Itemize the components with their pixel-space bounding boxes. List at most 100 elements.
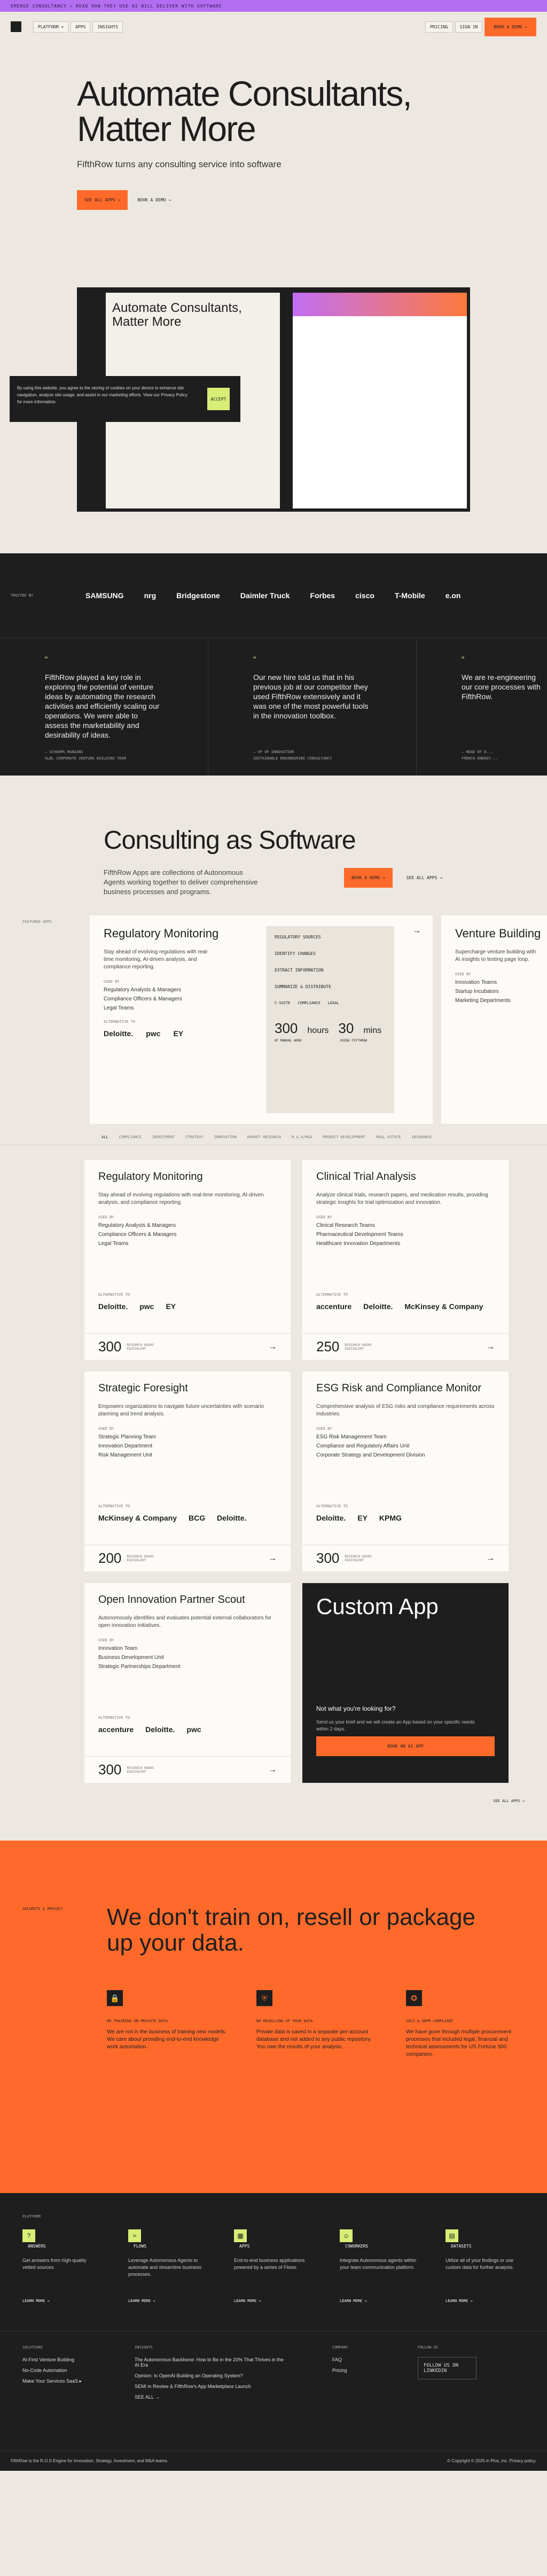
testimonial-role: FRENCH ENERGY... xyxy=(462,756,498,761)
learn-more-link[interactable]: LEARN MORE → xyxy=(446,2299,523,2303)
copyright[interactable]: © Copyright © 2025 in Plus, Inc. Privacy… xyxy=(447,2458,536,2463)
footer-link[interactable]: The Autonomous Backbone: How to Be in th… xyxy=(135,2357,284,2368)
tab-real-estate[interactable]: REAL ESTATE xyxy=(376,1135,401,1139)
platform-item[interactable]: ? ANSWERS Get answers from high-quality ve… xyxy=(22,2229,100,2303)
competitor-logo: pwc xyxy=(186,1725,201,1734)
announcement-banner[interactable]: EMERGE CONSULTANCY → READ HOW THEY USE A… xyxy=(0,0,547,12)
learn-more-link[interactable]: LEARN MORE → xyxy=(22,2299,100,2303)
nav-signin[interactable]: SIGN IN xyxy=(455,21,483,33)
app-card[interactable]: Clinical Trial Analysis Analyze clinical… xyxy=(302,1160,509,1360)
used-by-item: Risk Management Unit xyxy=(98,1452,153,1458)
platform-item-text: Utilize all of your findings or use cust… xyxy=(446,2258,514,2270)
app-card[interactable]: Regulatory Monitoring Stay ahead of evol… xyxy=(84,1160,291,1360)
hours-unit: hours xyxy=(307,1026,329,1035)
badge-icon: ✪ xyxy=(406,1990,422,2006)
platform-item[interactable]: ☺ COWORKERS Integrate Autonomous agents wi… xyxy=(340,2229,418,2303)
see-all-apps-link[interactable]: SEE ALL APPS → xyxy=(0,1783,547,1841)
platform-item-text: Get answers from high-quality vetted sou… xyxy=(22,2258,87,2270)
quote-icon: “ xyxy=(253,655,256,664)
platform-item[interactable]: ▦ APPS End-to-end business applications po… xyxy=(234,2229,312,2303)
tab-strategy[interactable]: STRATEGY xyxy=(185,1135,204,1139)
linkedin-button[interactable]: FOLLOW US ON LINKEDIN xyxy=(418,2357,476,2379)
client-logo: Forbes xyxy=(310,591,335,600)
used-by-item: Compliance Officers & Managers xyxy=(98,1232,177,1238)
nav-pricing[interactable]: PRICING xyxy=(425,21,453,33)
arrow-right-icon[interactable]: → xyxy=(268,1765,277,1775)
app-description: Autonomously identifies and evaluates po… xyxy=(98,1615,272,1628)
site-footer: SOLUTIONS AI-First Venture Building No-C… xyxy=(0,2331,547,2450)
footer-link[interactable]: Opinion: Is OpenAI Building an Operating… xyxy=(135,2373,332,2378)
fifthrow-logo[interactable] xyxy=(11,21,21,32)
alternative-label: ALTERNATIVE TO xyxy=(316,1504,348,1508)
see-all-apps-button[interactable]: SEE ALL APPS → xyxy=(77,190,128,210)
nav-insights[interactable]: INSIGHTS xyxy=(92,21,123,33)
custom-app-card[interactable]: Custom App Not what you're looking for? … xyxy=(302,1583,509,1783)
footer-tagline: FifthRow is the R.O.S Engine for Innovat… xyxy=(11,2458,169,2463)
tab-market-research[interactable]: MARKET RESEARCH xyxy=(247,1135,281,1139)
app-card[interactable]: Open Innovation Partner Scout Autonomous… xyxy=(84,1583,291,1783)
consulting-see-all-link[interactable]: SEE ALL APPS → xyxy=(407,875,442,880)
platform-item-name: APPS xyxy=(239,2244,250,2249)
used-by-item: ESG Risk Management Team xyxy=(316,1434,387,1440)
book-demo-button[interactable]: BOOK A DEMO → xyxy=(485,17,536,36)
banner-text: EMERGE CONSULTANCY → READ HOW THEY USE A… xyxy=(11,3,222,9)
app-card[interactable]: Strategic Foresight Empowers organizatio… xyxy=(84,1372,291,1571)
tab-investment[interactable]: INVESTMENT xyxy=(152,1135,175,1139)
cookie-accept-button[interactable]: ACCEPT xyxy=(207,388,230,410)
footer-link[interactable]: FAQ xyxy=(332,2357,418,2362)
tab-product-development[interactable]: PRODUCT DEVELOPMENT xyxy=(323,1135,365,1139)
arrow-right-icon[interactable]: → xyxy=(412,926,421,936)
featured-app-card[interactable]: Regulatory Monitoring Stay ahead of evol… xyxy=(90,915,433,1124)
hero-book-demo-link[interactable]: BOOK A DEMO → xyxy=(137,198,171,202)
hours-unit: RESEARCH HOURS EQUIVALENT xyxy=(345,1554,372,1562)
nav-platform[interactable]: PLATFORM ▾ xyxy=(33,21,69,33)
footer-link[interactable]: No-Code Automation xyxy=(22,2368,135,2373)
custom-app-text: Send us your brief and we will create an… xyxy=(316,1719,475,1732)
nav-apps[interactable]: APPS xyxy=(71,21,91,33)
custom-app-title: Custom App xyxy=(316,1594,439,1619)
footer-heading: COMPANY xyxy=(332,2345,348,2350)
client-logo: SAMSUNG xyxy=(85,591,124,600)
footer-link[interactable]: AI-First Venture Building xyxy=(22,2357,135,2362)
app-card[interactable]: ESG Risk and Compliance Monitor Comprehe… xyxy=(302,1372,509,1571)
tab-m-and-a[interactable]: M & A/M&A xyxy=(292,1135,312,1139)
cookie-text: By using this website, you agree to the … xyxy=(17,386,187,404)
hours-unit: RESEARCH HOURS EQUIVALENT xyxy=(127,1766,154,1774)
footer-link[interactable]: SEE ALL → xyxy=(135,2394,332,2400)
platform-item[interactable]: ≈ FLOWS Leverage Autonomous Agents to auto… xyxy=(128,2229,206,2303)
app-description: Supercharge venture building with AI ins… xyxy=(455,949,536,962)
featured-label: FEATURED APPS xyxy=(22,920,52,924)
footer-link[interactable]: SEMI in Review & FifthRow's App Marketpl… xyxy=(135,2384,332,2389)
testimonial-card: “ FifthRow played a key role in explorin… xyxy=(0,638,208,776)
arrow-right-icon[interactable]: → xyxy=(486,1342,495,1352)
learn-more-link[interactable]: LEARN MORE → xyxy=(128,2299,206,2303)
learn-more-link[interactable]: LEARN MORE → xyxy=(340,2299,418,2303)
competitor-logo: BCG xyxy=(189,1514,206,1522)
testimonial-author: — HEAD OF D... xyxy=(462,750,494,754)
book-ai-app-button[interactable]: BOOK AN AI APP xyxy=(316,1736,495,1756)
tab-insurance[interactable]: INSURANCE xyxy=(411,1135,432,1139)
tab-compliance[interactable]: COMPLIANCE xyxy=(119,1135,142,1139)
trusted-label: TRUSTED BY xyxy=(11,593,34,598)
platform-item[interactable]: ▤ DATASETS Utilize all of your findings or… xyxy=(446,2229,523,2303)
lock-icon: 🔒 xyxy=(107,1990,123,2006)
used-by-item: Compliance and Regulatory Affairs Unit xyxy=(316,1443,410,1449)
app-description: Stay ahead of evolving regulations with … xyxy=(98,1192,264,1205)
arrow-right-icon[interactable]: → xyxy=(486,1554,495,1563)
arrow-right-icon[interactable]: → xyxy=(268,1342,277,1352)
featured-apps: FEATURED APPS Regulatory Monitoring Stay… xyxy=(0,915,547,1129)
privacy-point: 🔒 NO TRAINING ON PRIVATE DATA We are not… xyxy=(107,1990,226,2058)
footer-link[interactable]: Pricing xyxy=(332,2368,418,2373)
consulting-demo-button[interactable]: BOOK A DEMO → xyxy=(344,868,393,888)
platform-item-text: End-to-end business applications powered… xyxy=(234,2258,305,2270)
platform-item-name: COWORKERS xyxy=(345,2244,369,2249)
role-chip: COMPLIANCE xyxy=(298,1001,321,1005)
arrow-right-icon[interactable]: → xyxy=(268,1554,277,1563)
tab-innovation[interactable]: INNOVATION xyxy=(214,1135,237,1139)
tab-all[interactable]: ALL xyxy=(101,1135,108,1139)
app-title: Open Innovation Partner Scout xyxy=(98,1594,245,1606)
footer-link[interactable]: Make Your Services SaaS ▸ xyxy=(22,2378,135,2384)
featured-app-card[interactable]: Venture Building Supercharge venture bui… xyxy=(441,915,547,1124)
section-description: FifthRow Apps are collections of Autonom… xyxy=(104,868,258,896)
learn-more-link[interactable]: LEARN MORE → xyxy=(234,2299,312,2303)
